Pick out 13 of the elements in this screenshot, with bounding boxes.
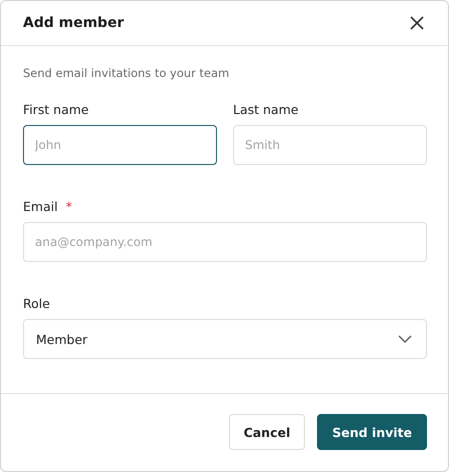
send-invite-button[interactable]: Send invite xyxy=(317,414,427,450)
close-icon xyxy=(410,16,424,30)
cancel-button[interactable]: Cancel xyxy=(228,414,306,450)
field-label: Last name xyxy=(233,102,298,117)
dialog-title: Add member xyxy=(23,15,124,31)
dialog-subtitle: Send email invitations to your team xyxy=(23,66,230,80)
field-label: Role xyxy=(23,296,50,311)
field-label: First name xyxy=(23,102,89,117)
required-mark: * xyxy=(66,199,72,214)
field-label: Email xyxy=(23,199,58,214)
role-dropdown[interactable]: Member xyxy=(23,319,427,359)
chevron-down-icon xyxy=(398,335,412,343)
email-field[interactable]: ana@company.com xyxy=(23,222,427,262)
